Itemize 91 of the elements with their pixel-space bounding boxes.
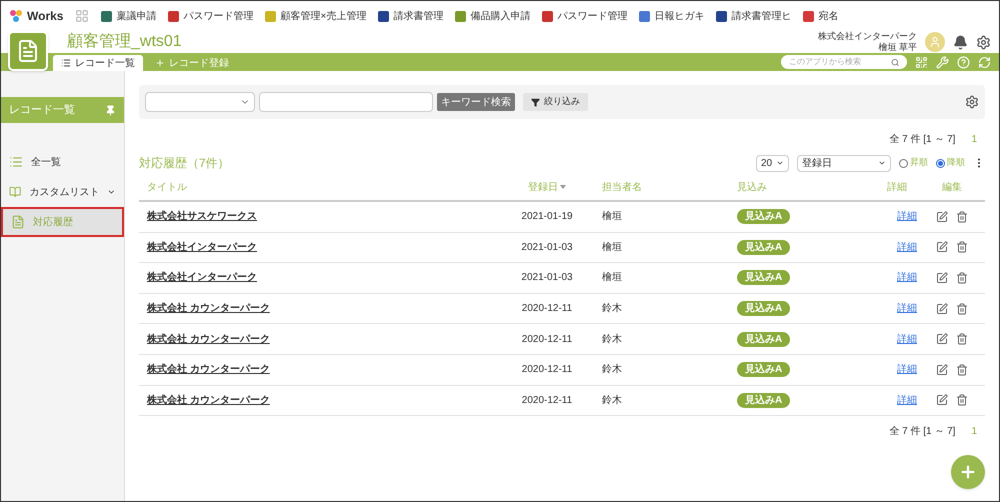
status-badge: 見込みA [737, 240, 790, 255]
status-badge: 見込みA [737, 270, 790, 286]
edit-icon[interactable] [936, 364, 948, 376]
edit-icon[interactable] [936, 333, 948, 346]
table-cell-text: 鈴木 [602, 362, 623, 378]
bookmark-link[interactable]: 日報ヒガキ [639, 8, 704, 24]
works-logo[interactable]: Works [9, 7, 64, 25]
filter-button[interactable]: 絞り込み [523, 93, 588, 111]
sidebar-item[interactable]: 全一覧 [1, 147, 124, 177]
sort-field-select[interactable]: 登録日 [797, 154, 891, 172]
table-cell-text: 鈴木 [602, 394, 623, 408]
plus-icon [155, 58, 165, 68]
document-icon [11, 215, 25, 229]
company-name: 株式会社インターパーク [818, 31, 917, 42]
table-cell-text: 檜垣 [602, 210, 623, 224]
app-title: 顧客管理_wts01 [67, 32, 182, 52]
app-logo[interactable] [8, 31, 48, 71]
delete-icon[interactable] [956, 333, 968, 346]
field-select[interactable] [145, 92, 255, 112]
sidebar-item[interactable]: カスタムリスト [1, 177, 124, 207]
delete-icon[interactable] [956, 210, 968, 223]
sort-caret-icon [560, 185, 566, 189]
status-badge: 見込みA [737, 332, 790, 347]
tab[interactable]: レコード一覧 [53, 55, 143, 71]
table-cell-text: 2020-12-11 [520, 363, 574, 378]
list-icon [61, 58, 71, 68]
bookmark-link[interactable]: パスワード管理 [542, 8, 628, 24]
keyword-field[interactable] [259, 92, 433, 112]
detail-link[interactable]: 詳細 [887, 240, 927, 255]
search-icon[interactable] [890, 58, 899, 66]
book-icon [9, 185, 22, 199]
delete-icon[interactable] [956, 394, 968, 406]
table-cell-text: 2020-12-11 [520, 332, 574, 347]
record-title-link[interactable]: 株式会社インターパーク [147, 240, 492, 255]
settings-icon[interactable] [976, 34, 991, 50]
delete-icon[interactable] [956, 272, 968, 284]
delete-icon[interactable] [956, 302, 968, 315]
notification-icon[interactable] [953, 34, 968, 50]
table-cell-text: 2021-01-03 [520, 240, 574, 255]
record-title-link[interactable]: 株式会社 カウンターパーク [147, 392, 492, 408]
bookmark-link[interactable]: 備品購入申請 [455, 8, 530, 24]
table-cell-text: 檜垣 [602, 240, 623, 255]
keyword-search-button[interactable]: キーワード検索 [437, 93, 515, 111]
table-cell-text: 鈴木 [602, 332, 623, 347]
search-field[interactable]: このアプリから検索 [781, 55, 907, 69]
user-name: 檜垣 草平 [878, 42, 917, 53]
table-cell-text: 2020-12-11 [520, 302, 574, 316]
detail-link[interactable]: 詳細 [887, 209, 927, 224]
plus-icon [959, 463, 977, 481]
edit-icon[interactable] [936, 210, 948, 223]
list-icon [9, 155, 23, 169]
record-title-link[interactable]: 株式会社 カウンターパーク [147, 332, 492, 347]
sidebar-title: レコード一覧 [9, 102, 75, 118]
bookmark-link[interactable]: 請求書管理 [378, 8, 444, 24]
edit-icon[interactable] [936, 241, 948, 254]
per-page-select[interactable]: 20 [756, 154, 789, 172]
chevron-down-icon [878, 159, 886, 167]
list-title: 対応履歴（7件） [139, 155, 230, 172]
delete-icon[interactable] [956, 241, 968, 254]
table-cell-text: 2021-01-03 [520, 271, 574, 286]
table-cell-text: 2020-12-11 [520, 394, 574, 408]
settings-icon[interactable] [965, 95, 979, 109]
detail-link[interactable]: 詳細 [887, 270, 927, 286]
bookmark-link[interactable]: 稟議申請 [101, 8, 156, 24]
record-title-link[interactable]: 株式会社インターパーク [147, 270, 492, 286]
bookmark-link[interactable]: 宛名 [803, 8, 838, 24]
bookmark-link[interactable]: 請求書管理ヒ [716, 8, 792, 24]
record-title-link[interactable]: 株式会社サスケワークス [147, 209, 492, 224]
detail-link[interactable]: 詳細 [887, 392, 927, 408]
table-cell-text: 鈴木 [602, 302, 623, 316]
status-badge: 見込みA [737, 362, 790, 378]
status-badge: 見込みA [737, 209, 790, 224]
delete-icon[interactable] [956, 364, 968, 376]
record-count: 全 7 件 [1 ～ 7] [889, 132, 956, 146]
detail-link[interactable]: 詳細 [887, 301, 927, 316]
table-cell-text: 2021-01-19 [520, 210, 574, 224]
filter-icon [531, 98, 540, 106]
edit-icon[interactable] [936, 302, 948, 315]
bookmark-link[interactable]: パスワード管理 [168, 8, 254, 24]
detail-link[interactable]: 詳細 [887, 362, 927, 378]
chevron-down-icon [776, 159, 784, 167]
edit-icon[interactable] [936, 272, 948, 284]
record-title-link[interactable]: 株式会社 カウンターパーク [147, 362, 492, 378]
status-badge: 見込みA [737, 392, 790, 408]
edit-icon[interactable] [936, 394, 948, 406]
bookmark-link[interactable]: 顧客管理×売上管理 [265, 8, 366, 24]
status-badge: 見込みA [737, 301, 790, 316]
record-title-link[interactable]: 株式会社 カウンターパーク [147, 301, 492, 316]
detail-link[interactable]: 詳細 [887, 332, 927, 347]
record-count: 全 7 件 [1 ～ 7] [889, 425, 956, 440]
table-cell-text: 檜垣 [602, 270, 623, 286]
